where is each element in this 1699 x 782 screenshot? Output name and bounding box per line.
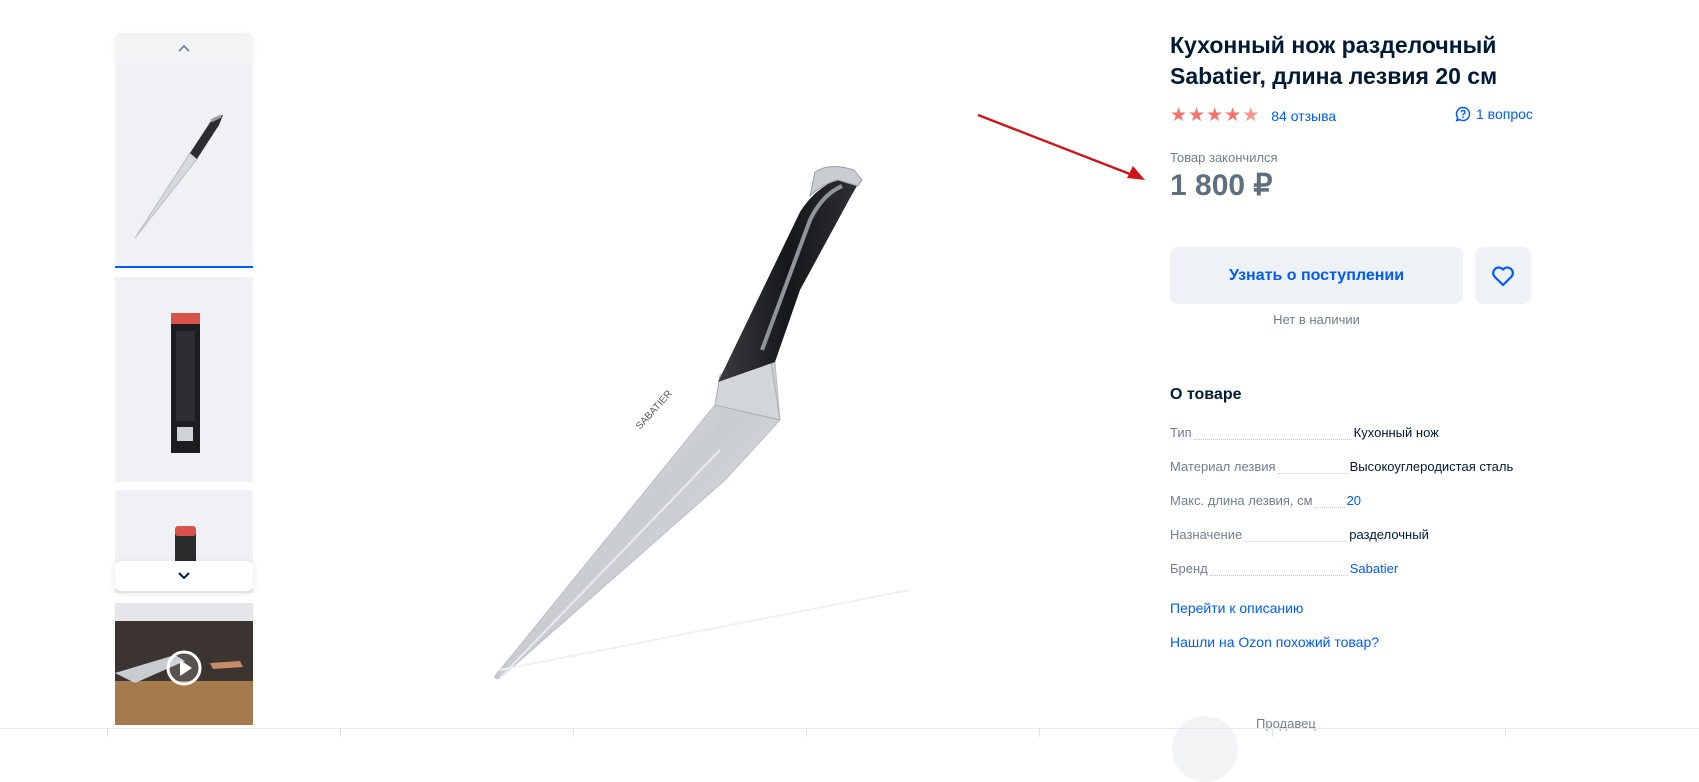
star-icon: ★ xyxy=(1242,105,1260,126)
divider-tick xyxy=(1505,729,1506,737)
heart-icon xyxy=(1492,265,1514,286)
spec-name: Макс. длина лезвия, см xyxy=(1170,493,1313,508)
spec-value: Кухонный нож xyxy=(1353,425,1439,440)
divider-tick xyxy=(1272,729,1273,737)
product-title: Кухонный нож разделочный Sabatier, длина… xyxy=(1170,32,1498,89)
spec-value-link[interactable]: 20 xyxy=(1347,493,1361,508)
thumbnail-knife[interactable] xyxy=(115,63,253,266)
divider-tick xyxy=(1039,729,1040,737)
question-bubble-icon xyxy=(1455,106,1471,122)
box-thumbnail-image xyxy=(171,313,200,453)
seller-avatar[interactable] xyxy=(1172,716,1238,782)
spec-row: Материал лезвия Высокоуглеродистая сталь xyxy=(1170,456,1530,474)
spec-dots xyxy=(1244,529,1348,542)
spec-dots xyxy=(1314,495,1345,508)
chevron-up-icon xyxy=(178,44,190,52)
star-icon: ★ xyxy=(1188,105,1206,126)
reviews-link[interactable]: 84 отзыва xyxy=(1271,108,1336,124)
spec-dots xyxy=(1193,427,1352,440)
rating-block[interactable]: ★ ★ ★ ★ ★ 84 отзыва xyxy=(1170,106,1336,126)
spec-dots xyxy=(1277,461,1348,474)
star-icon: ★ xyxy=(1170,105,1188,126)
spec-value: Высокоуглеродистая сталь xyxy=(1349,459,1514,474)
questions-label: 1 вопрос xyxy=(1476,106,1533,122)
divider-tick xyxy=(340,729,341,737)
annotation-arrow xyxy=(977,113,1145,180)
svg-text:SABATIER: SABATIER xyxy=(634,388,675,432)
about-title: О товаре xyxy=(1170,386,1242,403)
star-icon: ★ xyxy=(1206,105,1224,126)
thumbnail-active-indicator xyxy=(115,266,253,268)
spec-name: Бренд xyxy=(1170,561,1208,576)
main-product-image: SABATIER xyxy=(494,166,911,679)
rating-stars: ★ ★ ★ ★ ★ xyxy=(1170,106,1259,126)
spec-value-link[interactable]: Sabatier xyxy=(1350,561,1398,576)
spec-row: Макс. длина лезвия, см 20 xyxy=(1170,490,1530,508)
thumbnail-box[interactable] xyxy=(115,277,253,482)
play-icon[interactable] xyxy=(165,649,203,687)
found-similar-link[interactable]: Нашли на Ozon похожий товар? xyxy=(1170,634,1379,650)
spec-name: Тип xyxy=(1170,425,1192,440)
thumbnails-scroll-up-button[interactable] xyxy=(115,33,253,63)
favorite-button[interactable] xyxy=(1475,247,1531,304)
divider-tick xyxy=(573,729,574,737)
chevron-down-icon xyxy=(178,572,190,580)
availability-label: Нет в наличии xyxy=(1273,312,1360,327)
spec-dots xyxy=(1209,563,1348,576)
spec-row: Назначение разделочный xyxy=(1170,524,1530,542)
spec-name: Назначение xyxy=(1170,527,1243,542)
questions-link[interactable]: 1 вопрос xyxy=(1455,106,1533,122)
status-label: Товар закончился xyxy=(1170,150,1278,165)
thumbnails-scroll-down-button[interactable] xyxy=(115,561,253,591)
divider-tick xyxy=(806,729,807,737)
knife-thumbnail-image xyxy=(134,114,223,239)
spec-row: Бренд Sabatier xyxy=(1170,558,1530,576)
go-to-description-link[interactable]: Перейти к описанию xyxy=(1170,600,1303,616)
notify-button[interactable]: Узнать о поступлении xyxy=(1170,247,1463,304)
price: 1 800 ₽ xyxy=(1170,169,1273,202)
thumbnail-video[interactable] xyxy=(115,603,253,725)
spec-name: Материал лезвия xyxy=(1170,459,1276,474)
bottom-divider xyxy=(0,728,1699,729)
star-icon: ★ xyxy=(1224,105,1242,126)
spec-value: разделочный xyxy=(1349,527,1429,542)
divider-tick xyxy=(107,729,108,737)
spec-row: Тип Кухонный нож xyxy=(1170,422,1530,440)
